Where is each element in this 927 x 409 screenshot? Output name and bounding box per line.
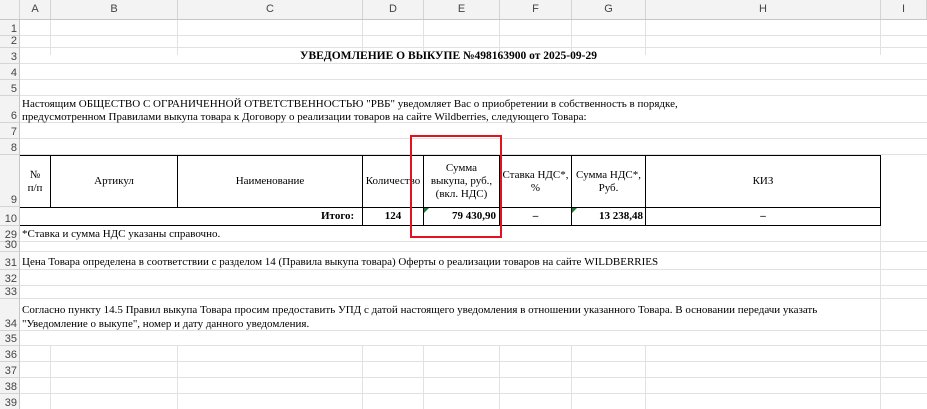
col-header-f[interactable]: F: [500, 0, 572, 19]
row-header[interactable]: 39: [0, 394, 20, 409]
column-header-bar: A B C D E F G H I: [0, 0, 927, 20]
row-header[interactable]: 1: [0, 20, 20, 36]
row-header[interactable]: 37: [0, 362, 20, 378]
row-header[interactable]: 2: [0, 35, 20, 48]
row-header[interactable]: 34: [0, 299, 20, 331]
request-text-line1: Согласно пункту 14.5 Правил выкупа Товар…: [22, 304, 818, 316]
vat-note: *Ставка и сумма НДС указаны справочно.: [22, 228, 221, 240]
row-header[interactable]: 35: [0, 331, 20, 346]
total-vat-rate[interactable]: –: [500, 208, 571, 225]
price-note: Цена Товара определена в соответствии с …: [22, 256, 659, 268]
row-header[interactable]: 30: [0, 239, 20, 252]
col-header-h[interactable]: H: [646, 0, 881, 19]
document-title: УВЕДОМЛЕНИЕ О ВЫКУПЕ №498163900 от 2025-…: [300, 50, 597, 62]
row-header[interactable]: 31: [0, 252, 20, 270]
header-num: № п/п: [27, 168, 43, 194]
row-header[interactable]: 6: [0, 96, 20, 123]
col-header-e[interactable]: E: [424, 0, 500, 19]
col-header-b[interactable]: B: [51, 0, 178, 19]
row-header[interactable]: 32: [0, 270, 20, 286]
header-vat-rate: Ставка НДС*, %: [502, 168, 569, 194]
col-header-a[interactable]: A: [20, 0, 51, 19]
row-header[interactable]: 36: [0, 346, 20, 362]
row-header[interactable]: 3: [0, 48, 20, 64]
row-header[interactable]: 33: [0, 286, 20, 299]
intro-text-line1: Настоящим ОБЩЕСТВО С ОГРАНИЧЕННОЙ ОТВЕТС…: [22, 98, 678, 110]
row-header[interactable]: 4: [0, 64, 20, 80]
row-header[interactable]: 7: [0, 123, 20, 139]
col-header-g[interactable]: G: [572, 0, 646, 19]
highlight-box: [410, 135, 502, 238]
request-text-line2: "Уведомление о выкупе", номер и дату дан…: [22, 318, 310, 330]
intro-text-line2: предусмотренном Правилами выкупа товара …: [22, 111, 587, 123]
row-header[interactable]: 38: [0, 378, 20, 394]
total-kiz[interactable]: –: [646, 208, 880, 225]
col-header-c[interactable]: C: [178, 0, 363, 19]
total-vat-sum[interactable]: 13 238,48: [572, 210, 643, 222]
header-vat-sum: Сумма НДС*, Руб.: [576, 168, 641, 194]
row-header[interactable]: 8: [0, 139, 20, 155]
header-article: Артикул: [94, 175, 134, 187]
row-header[interactable]: 9: [0, 155, 20, 207]
select-all-corner[interactable]: [0, 0, 20, 19]
col-header-d[interactable]: D: [363, 0, 424, 19]
header-kiz: КИЗ: [752, 175, 774, 187]
col-header-i[interactable]: I: [881, 0, 927, 19]
row-header[interactable]: 10: [0, 207, 20, 226]
row-header[interactable]: 5: [0, 80, 20, 96]
header-name: Наименование: [235, 175, 305, 187]
total-label: Итого:: [321, 210, 355, 222]
